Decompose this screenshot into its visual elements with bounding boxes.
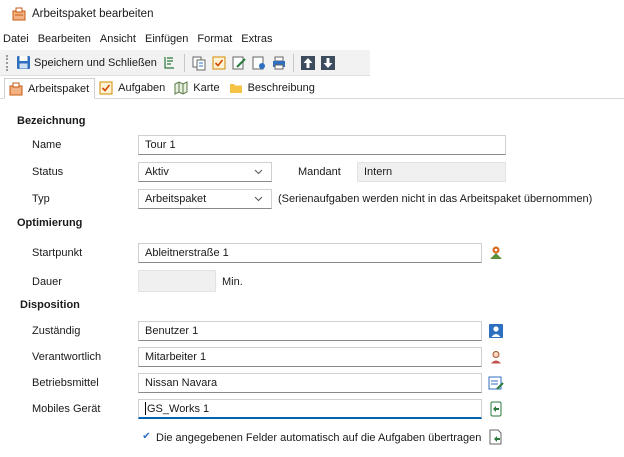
task-check-icon[interactable] <box>211 55 227 71</box>
apply-tasks-icon <box>489 429 502 445</box>
section-optimierung: Optimierung <box>17 217 83 229</box>
folder-icon <box>229 84 242 93</box>
typ-select[interactable]: Arbeitspaket <box>138 189 272 209</box>
resource-icon <box>488 376 504 390</box>
employee-icon <box>491 351 501 364</box>
typ-value: Arbeitspaket <box>145 193 207 205</box>
tab-strip: Arbeitspaket Aufgaben Karte Beschreibung <box>0 77 624 99</box>
mandant-label: Mandant <box>298 166 341 178</box>
section-bezeichnung: Bezeichnung <box>17 115 86 127</box>
tools-icon[interactable] <box>251 55 267 71</box>
tab-label: Arbeitspaket <box>28 82 90 95</box>
status-select[interactable]: Aktiv <box>138 162 272 182</box>
user-icon <box>489 324 503 338</box>
mandant-field: Intern <box>357 162 506 182</box>
save-icon <box>17 56 30 69</box>
betriebsmittel-field[interactable]: Nissan Navara <box>138 373 482 393</box>
mobiles-geraet-field[interactable]: GS_Works 1 <box>138 399 482 419</box>
menu-item-ansicht[interactable]: Ansicht <box>100 33 136 45</box>
package-icon <box>9 82 23 95</box>
tab-karte[interactable]: Karte <box>170 78 224 98</box>
dauer-field <box>138 270 216 292</box>
print-icon[interactable] <box>271 55 287 71</box>
tab-aufgaben[interactable]: Aufgaben <box>95 78 170 98</box>
typ-label: Typ <box>32 193 50 205</box>
mobiles-geraet-value: GS_Works 1 <box>147 402 210 415</box>
dauer-label: Dauer <box>32 276 62 288</box>
attach-icon[interactable] <box>162 55 178 71</box>
copy-icon[interactable] <box>191 55 207 71</box>
location-icon <box>490 246 502 259</box>
betriebsmittel-label: Betriebsmittel <box>32 377 99 389</box>
title-bar: Arbeitspaket bearbeiten <box>0 0 624 28</box>
text-caret <box>145 402 146 415</box>
arrow-up-icon[interactable] <box>300 55 316 71</box>
verantwortlich-field[interactable]: Mitarbeiter 1 <box>138 347 482 367</box>
location-picker-button[interactable] <box>486 244 506 262</box>
tab-label: Beschreibung <box>247 82 315 94</box>
mobiles-geraet-label: Mobiles Gerät <box>32 403 101 415</box>
window-title: Arbeitspaket bearbeiten <box>32 8 154 20</box>
zustaendig-field[interactable]: Benutzer 1 <box>138 321 482 341</box>
chevron-down-icon <box>254 196 263 202</box>
auto-transfer-label: Die angegebenen Felder automatisch auf d… <box>156 432 482 444</box>
save-and-close-button[interactable]: Speichern und Schließen <box>13 53 160 73</box>
tab-beschreibung[interactable]: Beschreibung <box>225 78 320 98</box>
startpunkt-field[interactable]: Ableitnerstraße 1 <box>138 243 482 263</box>
work-package-icon <box>12 7 26 21</box>
tab-arbeitspaket[interactable]: Arbeitspaket <box>4 78 96 99</box>
chevron-down-icon <box>254 169 263 175</box>
verantwortlich-label: Verantwortlich <box>32 351 102 363</box>
select-resource-button[interactable] <box>486 374 506 392</box>
auto-transfer-checkbox[interactable]: ✔ <box>141 431 152 442</box>
toolbar-grip[interactable] <box>6 54 9 71</box>
dauer-unit: Min. <box>222 276 243 288</box>
map-icon <box>174 81 188 95</box>
toolbar-separator <box>183 53 185 72</box>
startpunkt-label: Startpunkt <box>32 247 83 259</box>
toolbar: Speichern und Schließen <box>0 50 370 76</box>
edit-task-icon[interactable] <box>231 55 247 71</box>
name-label: Name <box>32 139 62 151</box>
name-field[interactable]: Tour 1 <box>138 135 506 155</box>
menu-item-format[interactable]: Format <box>197 33 232 45</box>
zustaendig-label: Zuständig <box>32 325 81 337</box>
select-user-button[interactable] <box>486 322 506 340</box>
typ-note: (Serienaufgaben werden nicht in das Arbe… <box>278 193 593 205</box>
select-device-button[interactable] <box>486 400 506 418</box>
tab-label: Karte <box>193 82 220 94</box>
arrow-down-icon[interactable] <box>320 55 336 71</box>
select-employee-button[interactable] <box>486 348 506 366</box>
status-label: Status <box>32 166 64 178</box>
apply-to-tasks-button[interactable] <box>486 428 506 446</box>
menu-item-datei[interactable]: Datei <box>3 33 29 45</box>
menu-item-einfuegen[interactable]: Einfügen <box>145 33 188 45</box>
save-and-close-label: Speichern und Schließen <box>34 56 157 69</box>
menu-item-bearbeiten[interactable]: Bearbeiten <box>38 33 91 45</box>
menu-item-extras[interactable]: Extras <box>241 33 272 45</box>
task-check-icon <box>99 81 113 95</box>
toolbar-separator <box>292 53 294 72</box>
tab-label: Aufgaben <box>118 82 166 94</box>
menu-bar: Datei Bearbeiten Ansicht Einfügen Format… <box>0 29 624 48</box>
device-icon <box>490 401 502 417</box>
status-value: Aktiv <box>145 166 169 178</box>
section-disposition: Disposition <box>20 299 80 311</box>
